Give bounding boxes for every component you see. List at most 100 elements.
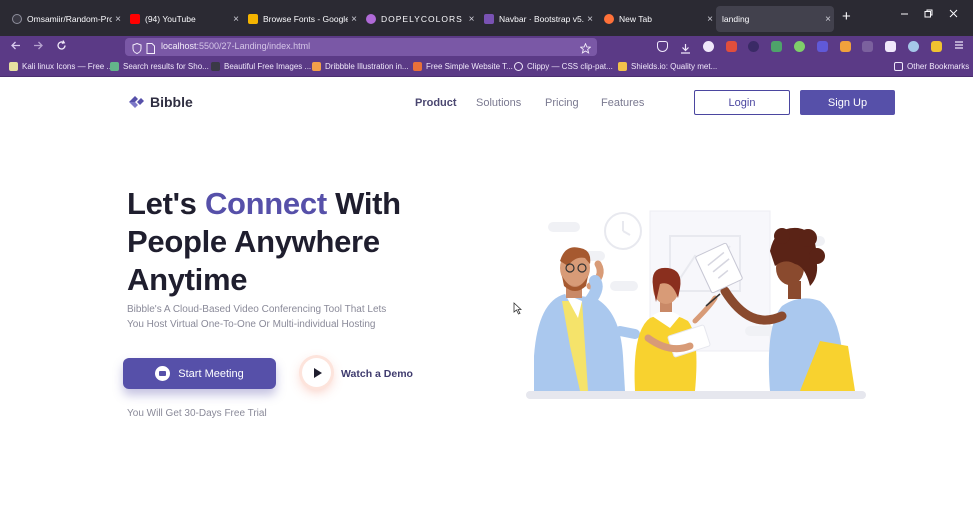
nav-solutions[interactable]: Solutions bbox=[476, 97, 521, 109]
start-meeting-label: Start Meeting bbox=[178, 367, 244, 380]
tab-label: New Tab bbox=[619, 14, 652, 24]
tab-youtube[interactable]: (94) YouTube × bbox=[124, 6, 242, 32]
bookmark-item[interactable]: Kali linux Icons — Free ... bbox=[9, 62, 113, 71]
firefox-icon bbox=[604, 14, 614, 24]
signup-button[interactable]: Sign Up bbox=[800, 90, 895, 115]
title-accent: Connect bbox=[204, 186, 327, 221]
pocket-icon[interactable] bbox=[657, 41, 668, 52]
tab-google-fonts[interactable]: Browse Fonts - Google F × bbox=[242, 6, 360, 32]
title-line: People Anywhere bbox=[127, 224, 380, 259]
bookmark-favicon-icon bbox=[110, 62, 119, 71]
nav-toolbar: localhost:5500/27-Landing/index.html bbox=[0, 36, 973, 58]
tab-dopelycolors[interactable]: DOPELYCOLORS | × bbox=[360, 6, 478, 32]
nav-product[interactable]: Product bbox=[415, 97, 457, 109]
tab-landing[interactable]: landing × bbox=[716, 6, 834, 32]
login-button[interactable]: Login bbox=[694, 90, 790, 115]
extension-icon[interactable] bbox=[726, 41, 737, 52]
tab-label: (94) YouTube bbox=[145, 14, 196, 24]
trial-note: You Will Get 30-Days Free Trial bbox=[127, 408, 267, 419]
tab-label: landing bbox=[722, 14, 750, 24]
close-icon[interactable]: × bbox=[230, 14, 242, 25]
bookmark-label: Free Simple Website T... bbox=[426, 62, 513, 71]
bookmark-favicon-icon bbox=[618, 62, 627, 71]
bootstrap-icon bbox=[484, 14, 494, 24]
bookmark-favicon-icon bbox=[312, 62, 321, 71]
forward-icon[interactable] bbox=[33, 40, 44, 54]
tab-new-tab[interactable]: New Tab × bbox=[598, 6, 716, 32]
tab-label: Omsamiir/Random-Proje bbox=[27, 14, 112, 24]
close-icon[interactable]: × bbox=[822, 14, 834, 25]
bookmark-label: Other Bookmarks bbox=[907, 62, 970, 71]
close-icon[interactable]: × bbox=[112, 14, 124, 25]
nav-features[interactable]: Features bbox=[601, 97, 644, 109]
close-icon[interactable]: × bbox=[348, 14, 360, 25]
close-window-icon[interactable] bbox=[949, 9, 958, 21]
address-bar[interactable]: localhost:5500/27-Landing/index.html bbox=[125, 38, 597, 56]
other-bookmarks[interactable]: Other Bookmarks bbox=[894, 62, 969, 71]
nav-pricing[interactable]: Pricing bbox=[545, 97, 579, 109]
close-icon[interactable]: × bbox=[466, 14, 478, 25]
tab-github[interactable]: Omsamiir/Random-Proje × bbox=[6, 6, 124, 32]
extension-icon[interactable] bbox=[794, 41, 805, 52]
bookmark-label: Search results for Sho... bbox=[123, 62, 209, 71]
google-fonts-icon bbox=[248, 14, 258, 24]
extension-icon[interactable] bbox=[748, 41, 759, 52]
shield-icon[interactable] bbox=[132, 41, 142, 59]
hero-illustration bbox=[526, 210, 866, 399]
youtube-icon bbox=[130, 14, 140, 24]
extension-icon[interactable] bbox=[703, 41, 714, 52]
bookmark-item[interactable]: Beautiful Free Images ... bbox=[211, 62, 311, 71]
download-icon[interactable] bbox=[680, 41, 691, 54]
bookmark-item[interactable]: Shields.io: Quality met... bbox=[618, 62, 717, 71]
tab-label: DOPELYCOLORS | bbox=[381, 14, 466, 24]
bibble-logo-icon bbox=[129, 96, 144, 108]
brand-name: Bibble bbox=[150, 94, 193, 110]
reload-icon[interactable] bbox=[56, 40, 67, 54]
restore-icon[interactable] bbox=[924, 9, 933, 21]
url-text[interactable]: localhost:5500/27-Landing/index.html bbox=[161, 41, 310, 51]
bookmark-favicon-icon bbox=[9, 62, 18, 71]
extension-icon[interactable] bbox=[885, 41, 896, 52]
close-icon[interactable]: × bbox=[584, 14, 596, 25]
extension-icon[interactable] bbox=[840, 41, 851, 52]
bookmark-star-icon[interactable] bbox=[579, 41, 592, 59]
brand-logo[interactable]: Bibble bbox=[127, 93, 193, 111]
back-icon[interactable] bbox=[10, 40, 21, 54]
bookmark-favicon-icon bbox=[211, 62, 220, 71]
bookmark-item[interactable]: Search results for Sho... bbox=[110, 62, 209, 71]
extension-icon[interactable] bbox=[771, 41, 782, 52]
close-icon[interactable]: × bbox=[704, 14, 716, 25]
extension-icon[interactable] bbox=[862, 41, 873, 52]
bookmark-label: Shields.io: Quality met... bbox=[631, 62, 718, 71]
bookmark-label: Clippy — CSS clip-pat... bbox=[527, 62, 613, 71]
bookmark-favicon-icon bbox=[514, 62, 523, 71]
folder-icon bbox=[894, 62, 903, 71]
url-host: localhost bbox=[161, 41, 197, 51]
extension-icon[interactable] bbox=[817, 41, 828, 52]
hero-subtitle: Bibble's A Cloud-Based Video Conferencin… bbox=[127, 304, 387, 330]
minimize-icon[interactable] bbox=[900, 9, 909, 21]
start-meeting-button[interactable]: Start Meeting bbox=[123, 358, 276, 389]
video-camera-icon bbox=[155, 366, 171, 381]
bookmarks-bar: Kali linux Icons — Free ... Search resul… bbox=[0, 58, 973, 77]
dopely-icon bbox=[366, 14, 376, 24]
url-path: :5500/27-Landing/index.html bbox=[196, 41, 311, 51]
play-icon[interactable] bbox=[302, 358, 331, 387]
tab-bootstrap[interactable]: Navbar · Bootstrap v5.1 × bbox=[478, 6, 596, 32]
tab-strip: Omsamiir/Random-Proje × (94) YouTube × B… bbox=[0, 0, 973, 36]
landing-page: Bibble Product Solutions Pricing Feature… bbox=[0, 78, 973, 527]
bookmark-item[interactable]: Dribbble Illustration in... bbox=[312, 62, 409, 71]
bookmark-favicon-icon bbox=[413, 62, 422, 71]
bookmark-label: Beautiful Free Images ... bbox=[224, 62, 312, 71]
bookmark-label: Kali linux Icons — Free ... bbox=[22, 62, 114, 71]
bookmark-item[interactable]: Clippy — CSS clip-pat... bbox=[514, 62, 613, 71]
github-icon bbox=[12, 14, 22, 24]
extension-icon[interactable] bbox=[908, 41, 919, 52]
hero-title: Let's Connect With People Anywhere Anyti… bbox=[127, 185, 401, 299]
bookmark-item[interactable]: Free Simple Website T... bbox=[413, 62, 513, 71]
new-tab-button[interactable]: + bbox=[842, 8, 851, 25]
watch-demo-link[interactable]: Watch a Demo bbox=[341, 368, 413, 380]
menu-icon[interactable] bbox=[954, 40, 964, 53]
extension-icon[interactable] bbox=[931, 41, 942, 52]
page-icon[interactable] bbox=[146, 41, 155, 59]
